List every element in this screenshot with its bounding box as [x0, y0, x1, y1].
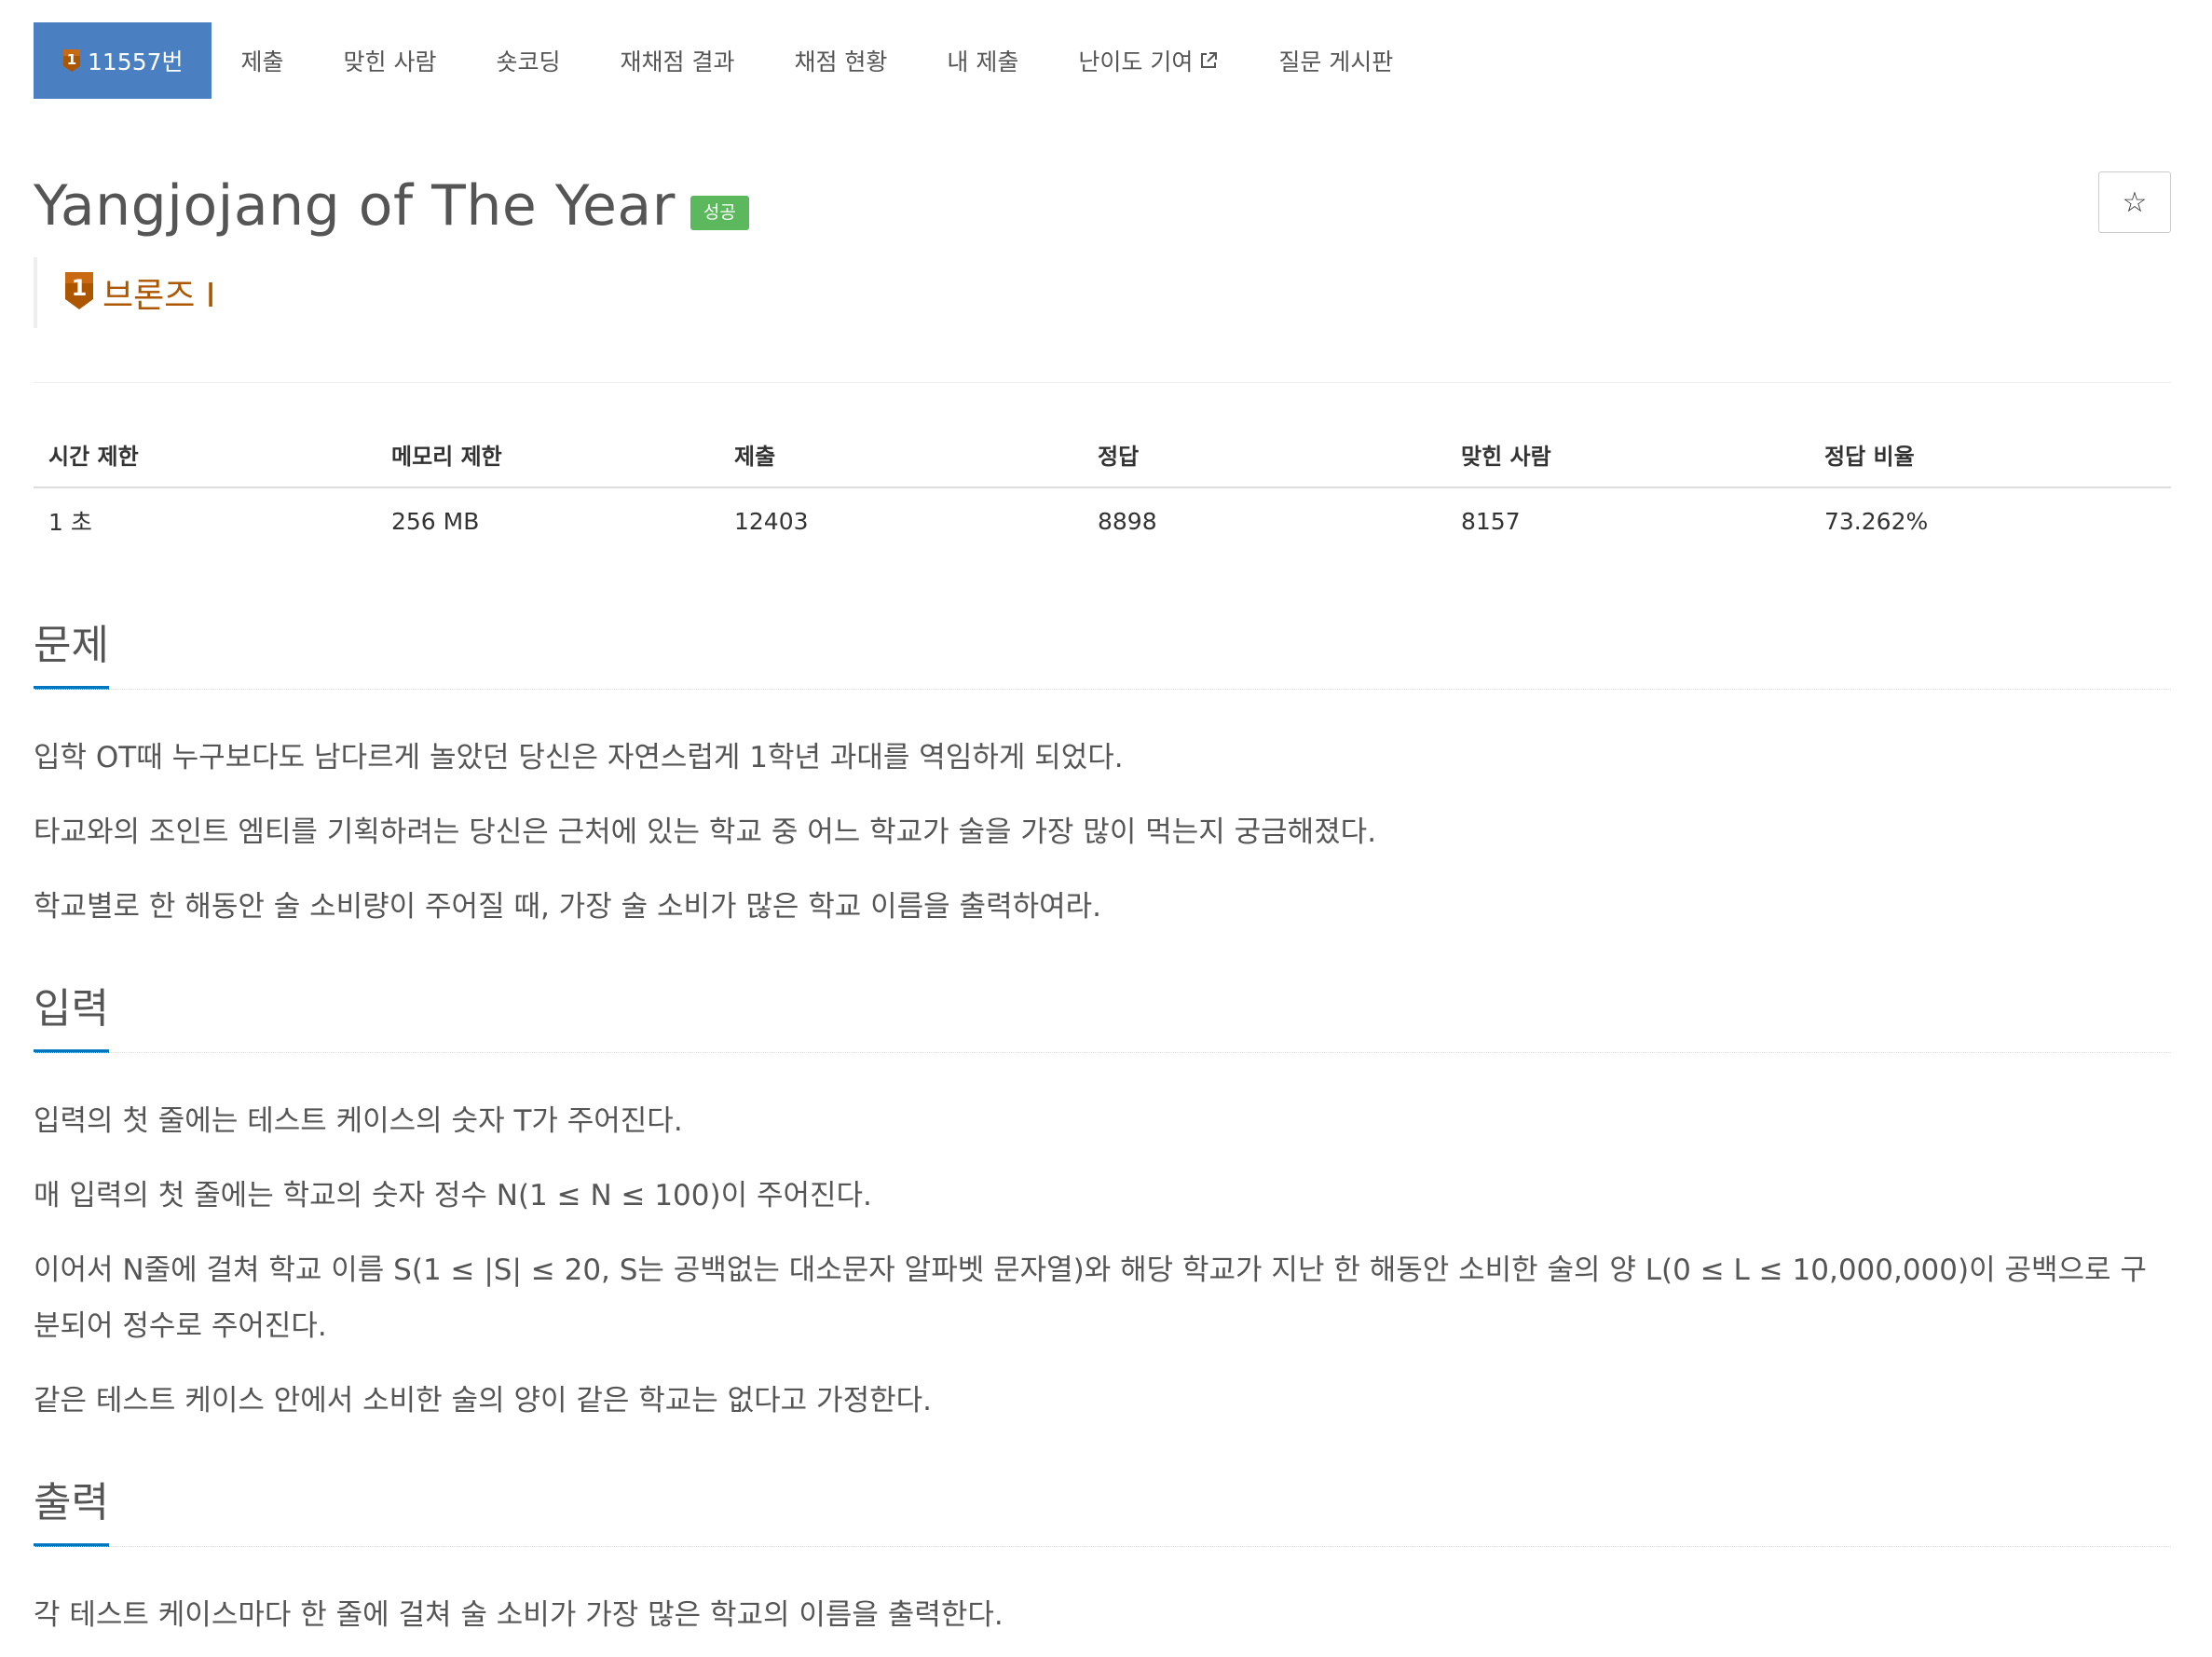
bronze-tier-icon: 1 [61, 48, 82, 74]
section-divider [34, 1052, 2171, 1053]
output-description-line: 각 테스트 케이스마다 한 줄에 걸쳐 술 소비가 가장 많은 학교의 이름을 … [34, 1598, 1004, 1632]
tab-label: 채점 현황 [794, 48, 888, 75]
header-memory-limit: 메모리 제한 [376, 421, 719, 488]
tier-label[interactable]: 브론즈 I [102, 268, 215, 317]
accepted-value: 8898 [1098, 507, 1157, 535]
header-submissions: 제출 [719, 421, 1083, 488]
external-link-icon [1198, 50, 1219, 71]
tab-label: 재채점 결과 [620, 48, 735, 75]
tab-short-coding[interactable]: 숏코딩 [467, 22, 591, 99]
input-heading: 입력 [34, 975, 2171, 1053]
tab-label: 11557번 [88, 48, 184, 75]
problem-description-line: 학교별로 한 해동안 술 소비량이 주어질 때, 가장 술 소비가 많은 학교 … [34, 890, 1102, 924]
tab-problem[interactable]: 1 11557번 [34, 22, 212, 99]
section-divider [34, 689, 2171, 690]
section-title: 출력 [34, 1469, 109, 1547]
submissions-value: 12403 [734, 507, 809, 535]
status-badge: 성공 [690, 195, 749, 230]
input-description-line: 같은 테스트 케이스 안에서 소비한 술의 양이 같은 학교는 없다고 가정한다… [34, 1384, 932, 1417]
tab-submit[interactable]: 제출 [212, 22, 314, 99]
problem-description-line: 입학 OT때 누구보다도 남다르게 놀았던 당신은 자연스럽게 1학년 과대를 … [34, 741, 1124, 774]
tab-solved-users[interactable]: 맞힌 사람 [314, 22, 467, 99]
header-solved-users: 맞힌 사람 [1446, 421, 1809, 488]
tab-label: 질문 게시판 [1278, 48, 1394, 75]
output-heading: 출력 [34, 1469, 2171, 1547]
svg-text:1: 1 [72, 275, 88, 301]
tab-difficulty-contribution[interactable]: 난이도 기여 [1048, 22, 1249, 99]
solved-users-value: 8157 [1461, 507, 1521, 535]
tab-label: 난이도 기여 [1078, 48, 1194, 75]
star-icon: ☆ [2122, 185, 2148, 219]
input-description-line: 매 입력의 첫 줄에는 학교의 숫자 정수 N(1 ≤ N ≤ 100)이 주어… [34, 1179, 872, 1212]
tab-label: 맞힌 사람 [343, 48, 437, 75]
tab-label: 내 제출 [947, 48, 1019, 75]
tab-status[interactable]: 채점 현황 [764, 22, 917, 99]
tier-block: 1 브론즈 I [34, 257, 215, 328]
section-title: 입력 [34, 975, 109, 1053]
problem-description-heading: 문제 [34, 611, 2171, 690]
tab-rejudge-results[interactable]: 재채점 결과 [591, 22, 765, 99]
table-header-row: 시간 제한 메모리 제한 제출 정답 맞힌 사람 정답 비율 [34, 421, 2171, 488]
divider [34, 382, 2171, 383]
tab-question-board[interactable]: 질문 게시판 [1249, 22, 1423, 99]
tab-label: 제출 [240, 48, 284, 75]
problem-info-table: 시간 제한 메모리 제한 제출 정답 맞힌 사람 정답 비율 1 초 256 M… [34, 421, 2171, 554]
header-accepted: 정답 [1083, 421, 1446, 488]
problem-menu: 1 11557번 제출 맞힌 사람 숏코딩 재채점 결과 채점 현황 내 제출 … [34, 22, 1423, 99]
time-limit-value: 1 초 [48, 509, 92, 536]
accept-ratio-value: 73.262% [1824, 507, 1929, 535]
tab-my-submissions[interactable]: 내 제출 [917, 22, 1048, 99]
section-title: 문제 [34, 611, 109, 690]
section-divider [34, 1546, 2171, 1547]
favorite-star-button[interactable]: ☆ [2098, 171, 2171, 233]
problem-title: Yangjojang of The Year [34, 173, 676, 239]
svg-text:1: 1 [67, 51, 76, 68]
memory-limit-value: 256 MB [391, 507, 480, 535]
header-time-limit: 시간 제한 [34, 421, 376, 488]
problem-description-line: 타교와의 조인트 엠티를 기획하려는 당신은 근처에 있는 학교 중 어느 학교… [34, 815, 1377, 849]
input-description-line: 이어서 N줄에 걸쳐 학교 이름 S(1 ≤ |S| ≤ 20, S는 공백없는… [34, 1253, 2147, 1343]
table-row: 1 초 256 MB 12403 8898 8157 73.262% [34, 487, 2171, 554]
bronze-tier-icon: 1 [63, 270, 95, 315]
input-description-line: 입력의 첫 줄에는 테스트 케이스의 숫자 T가 주어진다. [34, 1104, 683, 1138]
problem-title-row: Yangjojang of The Year 성공 [34, 173, 749, 239]
tab-label: 숏코딩 [496, 48, 561, 75]
header-accept-ratio: 정답 비율 [1809, 421, 2171, 488]
